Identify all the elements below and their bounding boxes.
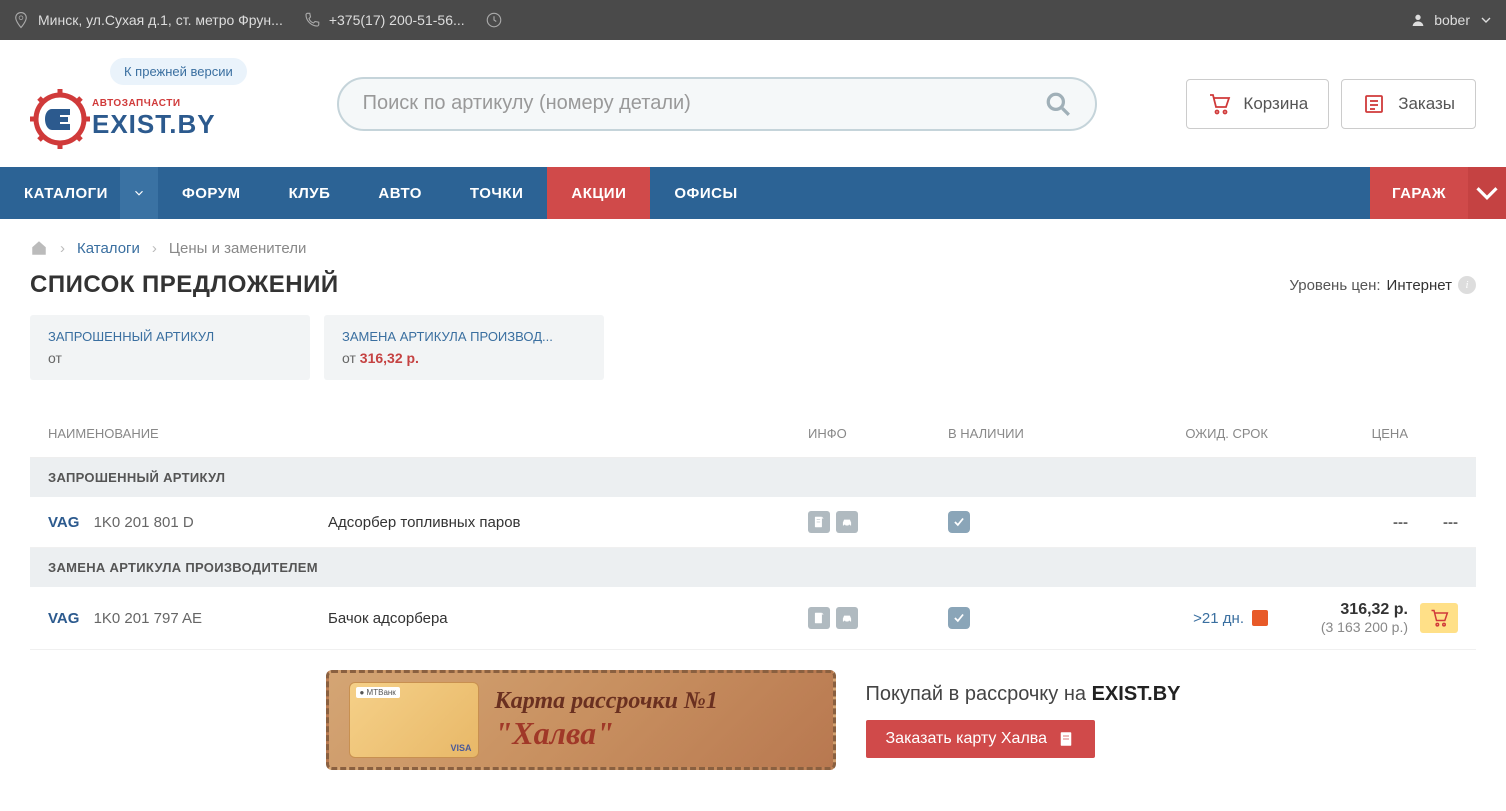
page-title: СПИСОК ПРЕДЛОЖЕНИЙ: [30, 271, 339, 299]
nav-catalogs-dropdown[interactable]: [120, 167, 158, 219]
promo-line1: Карта рассрочки №1: [495, 688, 718, 715]
chevron-down-icon: [1468, 174, 1506, 212]
promo-section: Карта рассрочки №1 "Халва" Покупай в рас…: [0, 650, 1506, 790]
document-icon: [1057, 730, 1075, 748]
car-icon[interactable]: [836, 607, 858, 629]
notes-icon[interactable]: [808, 511, 830, 533]
breadcrumb-separator: ›: [152, 240, 157, 257]
nav-garage[interactable]: ГАРАЖ: [1370, 167, 1506, 219]
breadcrumb-catalogs[interactable]: Каталоги: [77, 240, 140, 257]
promo-line2: "Халва": [495, 715, 718, 752]
topbar-clock[interactable]: [485, 11, 503, 29]
breadcrumb-current: Цены и заменители: [169, 240, 306, 257]
summary-requested[interactable]: ЗАПРОШЕННЫЙ АРТИКУЛ от: [30, 315, 310, 380]
nav-auto[interactable]: АВТО: [354, 167, 446, 219]
price-main: 316,32 р.: [1268, 601, 1408, 619]
search-box[interactable]: [337, 77, 1097, 131]
breadcrumb: › Каталоги › Цены и заменители: [0, 219, 1506, 267]
orders-button[interactable]: Заказы: [1341, 79, 1476, 129]
user-menu[interactable]: bober: [1410, 12, 1494, 28]
promo-slogan: Покупай в рассрочку на EXIST.BY: [866, 683, 1181, 706]
section-requested: ЗАПРОШЕННЫЙ АРТИКУЛ: [30, 458, 1476, 497]
promo-banner[interactable]: Карта рассрочки №1 "Халва": [326, 670, 836, 770]
brand[interactable]: VAG: [48, 514, 79, 531]
offers-table: НАИМЕНОВАНИЕ ИНФО В НАЛИЧИИ ОЖИД. СРОК Ц…: [0, 410, 1506, 650]
chevron-down-icon: [1478, 12, 1494, 28]
eta-text: >21 дн.: [1193, 610, 1244, 627]
nav-garage-dropdown[interactable]: [1468, 167, 1506, 219]
nav-club[interactable]: КЛУБ: [265, 167, 355, 219]
notes-icon[interactable]: [808, 607, 830, 629]
status-indicator: [1252, 610, 1268, 626]
breadcrumb-separator: ›: [60, 240, 65, 257]
price-sub: (3 163 200 р.): [1268, 619, 1408, 635]
credit-card-image: [349, 682, 479, 758]
old-version-button[interactable]: К прежней версии: [110, 58, 247, 85]
add-to-cart-button[interactable]: [1420, 603, 1458, 633]
search-icon[interactable]: [1045, 91, 1071, 117]
phone-icon: [303, 11, 321, 29]
address-text: Минск, ул.Сухая д.1, ст. метро Фрун...: [38, 12, 283, 28]
navbar: КАТАЛОГИ ФОРУМ КЛУБ АВТО ТОЧКИ АКЦИИ ОФИ…: [0, 167, 1506, 219]
search-input[interactable]: [363, 92, 1045, 115]
promo-order-button[interactable]: Заказать карту Халва: [866, 720, 1096, 758]
col-eta: ОЖИД. СРОК: [1128, 426, 1268, 441]
nav-catalogs[interactable]: КАТАЛОГИ: [0, 167, 158, 219]
cart-button[interactable]: Корзина: [1186, 79, 1329, 129]
summary-boxes: ЗАПРОШЕННЫЙ АРТИКУЛ от ЗАМЕНА АРТИКУЛА П…: [0, 315, 1506, 410]
table-row: VAG 1K0 201 801 D Адсорбер топливных пар…: [30, 497, 1476, 548]
location-icon: [12, 11, 30, 29]
list-icon: [1362, 92, 1386, 116]
logo-subtitle: АВТОЗАПЧАСТИ: [92, 98, 216, 109]
col-price: ЦЕНА: [1268, 426, 1458, 441]
nav-points[interactable]: ТОЧКИ: [446, 167, 547, 219]
col-stock: В НАЛИЧИИ: [948, 426, 1128, 441]
cart-icon: [1207, 92, 1231, 116]
cart-label: Корзина: [1243, 94, 1308, 114]
nav-offices[interactable]: ОФИСЫ: [650, 167, 761, 219]
cart-icon: [1429, 608, 1449, 628]
car-icon[interactable]: [836, 511, 858, 533]
section-replacement: ЗАМЕНА АРТИКУЛА ПРОИЗВОДИТЕЛЕМ: [30, 548, 1476, 587]
home-icon[interactable]: [30, 239, 48, 257]
username: bober: [1434, 12, 1470, 28]
gear-logo-icon: [30, 89, 90, 149]
summary-replacement[interactable]: ЗАМЕНА АРТИКУЛА ПРОИЗВОД... от 316,32 р.: [324, 315, 604, 380]
topbar: Минск, ул.Сухая д.1, ст. метро Фрун... +…: [0, 0, 1506, 40]
check-icon: [948, 607, 970, 629]
price-level: Уровень цен: Интернет i: [1289, 276, 1476, 294]
article: 1K0 201 797 AE: [94, 610, 202, 627]
logo[interactable]: АВТОЗАПЧАСТИ EXIST.BY: [30, 89, 216, 149]
logo-title: EXIST.BY: [92, 109, 216, 140]
topbar-phone[interactable]: +375(17) 200-51-56...: [303, 11, 465, 29]
part-name: Адсорбер топливных паров: [328, 514, 521, 531]
nav-forum[interactable]: ФОРУМ: [158, 167, 265, 219]
info-icon[interactable]: i: [1458, 276, 1476, 294]
header: К прежней версии АВТОЗАПЧАСТИ EXIST.BY К…: [0, 40, 1506, 167]
chevron-down-icon: [132, 186, 146, 200]
check-icon: [948, 511, 970, 533]
article: 1K0 201 801 D: [94, 514, 194, 531]
part-name: Бачок адсорбера: [328, 610, 448, 627]
user-icon: [1410, 12, 1426, 28]
brand[interactable]: VAG: [48, 610, 79, 627]
col-info: ИНФО: [808, 426, 948, 441]
table-row: VAG 1K0 201 797 AE Бачок адсорбера >21 д…: [30, 587, 1476, 650]
topbar-address[interactable]: Минск, ул.Сухая д.1, ст. метро Фрун...: [12, 11, 283, 29]
col-name: НАИМЕНОВАНИЕ: [48, 426, 808, 441]
nav-promo[interactable]: АКЦИИ: [547, 167, 650, 219]
phone-text: +375(17) 200-51-56...: [329, 12, 465, 28]
clock-icon: [485, 11, 503, 29]
orders-label: Заказы: [1398, 94, 1455, 114]
table-header: НАИМЕНОВАНИЕ ИНФО В НАЛИЧИИ ОЖИД. СРОК Ц…: [30, 410, 1476, 458]
